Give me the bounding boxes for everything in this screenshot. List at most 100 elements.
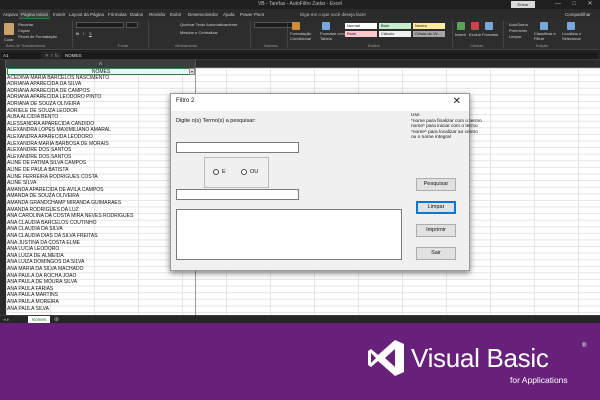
radio-e[interactable] bbox=[213, 169, 219, 175]
clear-button[interactable]: Limpar bbox=[509, 34, 521, 39]
table-row[interactable]: ANA LUIZA DOMINGOS DA SILVA bbox=[7, 259, 195, 266]
table-row[interactable]: ANA PAULA DE MOURA SILVA bbox=[7, 279, 195, 286]
style-calculo[interactable]: Cálculo bbox=[379, 31, 411, 37]
conditional-format-icon[interactable] bbox=[292, 22, 300, 30]
table-row[interactable]: AMANDA RODRIGUES DA LUZ bbox=[7, 207, 195, 214]
find-select-button[interactable]: Localizar e Selecionar bbox=[562, 31, 592, 41]
signin-button[interactable]: Entrar bbox=[511, 1, 535, 8]
tell-me-search[interactable]: Diga-me o que você deseja fazer bbox=[300, 10, 366, 19]
results-listbox[interactable] bbox=[176, 209, 402, 260]
table-row[interactable]: AMANDA APARECIDA DE AVILA CAMPOS bbox=[7, 187, 195, 194]
format-cells-icon[interactable] bbox=[485, 22, 493, 30]
imprimir-button[interactable]: Imprimir bbox=[416, 224, 456, 237]
table-row[interactable]: ALEXANDRE DOS SANTOS bbox=[7, 147, 195, 154]
font-name-box[interactable] bbox=[76, 22, 124, 28]
table-row[interactable]: ALINE DE FATIMA SILVA CAMPOS bbox=[7, 160, 195, 167]
delete-cells-button[interactable]: Excluir bbox=[469, 32, 481, 37]
header-cell-nomes[interactable]: NOMES bbox=[7, 68, 195, 75]
tab-exibir[interactable]: Exibir bbox=[168, 10, 183, 19]
column-header-a[interactable]: A bbox=[6, 60, 196, 68]
term1-input[interactable] bbox=[176, 142, 299, 153]
conditional-format-button[interactable]: Formatação Condicional bbox=[290, 31, 318, 41]
autofilter-icon[interactable]: ▾ bbox=[189, 68, 195, 75]
share-button[interactable]: Compartilhar bbox=[565, 10, 591, 19]
sort-filter-icon[interactable] bbox=[540, 22, 548, 30]
italic-icon[interactable]: I bbox=[83, 31, 84, 36]
table-row[interactable]: ANA PAULA DA ROCHA JOAO bbox=[7, 273, 195, 280]
table-row[interactable]: ALEXANDRA APARECIDA LEODORO bbox=[7, 134, 195, 141]
table-row[interactable]: ANA LUIZA DE ALMEIDA bbox=[7, 253, 195, 260]
table-row[interactable]: ANA CLAUDIA DIAS DA SILVA FREITAS bbox=[7, 233, 195, 240]
wrap-text-button[interactable]: Quebrar Texto Automaticamente bbox=[180, 22, 237, 27]
table-row[interactable]: ALINE SILVA bbox=[7, 180, 195, 187]
table-row[interactable]: ALINE DE PAULA BATISTA bbox=[7, 167, 195, 174]
tab-power-pivot[interactable]: Power Pivot bbox=[238, 10, 266, 19]
copy-button[interactable]: Copiar bbox=[18, 28, 30, 33]
close-window-button[interactable]: ✕ bbox=[582, 0, 598, 9]
table-row[interactable]: ADRIANA APARECIDA DA SILVA bbox=[7, 81, 195, 88]
merge-center-button[interactable]: Mesclar e Centralizar bbox=[180, 30, 218, 35]
style-normal[interactable]: Normal bbox=[345, 23, 377, 29]
tab-formulas[interactable]: Fórmulas bbox=[106, 10, 129, 19]
table-row[interactable]: ANA CLAUDIA DA SILVA bbox=[7, 226, 195, 233]
table-row[interactable]: ANA CLAUDIA BARCELOS COUTINHO bbox=[7, 220, 195, 227]
paste-button[interactable]: Colar bbox=[4, 37, 14, 42]
autosum-button[interactable]: AutoSoma bbox=[509, 22, 528, 27]
term2-input[interactable] bbox=[176, 189, 299, 200]
limpar-button[interactable]: Limpar bbox=[416, 201, 456, 214]
table-row[interactable]: ADRIANA APARECIDA DE CAMPOS bbox=[7, 88, 195, 95]
insert-cells-icon[interactable] bbox=[457, 22, 465, 30]
insert-cells-button[interactable]: Inserir bbox=[455, 32, 466, 37]
cut-button[interactable]: Recortar bbox=[18, 22, 33, 27]
table-row[interactable]: ALEXANDRE DOS SANTOS bbox=[7, 154, 195, 161]
table-row[interactable]: ANA PAULA FARIAS bbox=[7, 286, 195, 293]
table-row[interactable]: ANA JUSTINA DA COSTA ELME bbox=[7, 240, 195, 247]
table-row[interactable]: ANA LUCIA LEODORO bbox=[7, 246, 195, 253]
sort-filter-button[interactable]: Classificar e Filtrar bbox=[534, 31, 562, 41]
style-neutro[interactable]: Neutro bbox=[413, 23, 445, 29]
tab-pagina-inicial[interactable]: Página Inicial bbox=[19, 10, 50, 19]
table-row[interactable]: ADRIELE DE SOUZA LEODOR bbox=[7, 108, 195, 115]
paste-icon[interactable] bbox=[4, 23, 14, 35]
table-row[interactable]: ADRIANA APARECIDA LEODORO PINTO bbox=[7, 94, 195, 101]
table-row[interactable]: ANA PAULA MARTINS bbox=[7, 292, 195, 299]
delete-cells-icon[interactable] bbox=[471, 22, 479, 30]
tab-arquivo[interactable]: Arquivo bbox=[1, 10, 20, 19]
row-headers[interactable] bbox=[0, 68, 6, 315]
tab-inserir[interactable]: Inserir bbox=[51, 10, 68, 19]
radio-ou[interactable] bbox=[241, 169, 247, 175]
table-row[interactable]: ACEDINA MARIA BARCELOS NASCIMENTO bbox=[7, 75, 195, 82]
underline-icon[interactable]: S bbox=[89, 31, 92, 36]
fx-icon[interactable]: ✕ ✓ fx bbox=[45, 52, 59, 59]
tab-layout[interactable]: Layout da Página bbox=[67, 10, 106, 19]
style-bom[interactable]: Bom bbox=[379, 23, 411, 29]
name-box[interactable]: A1 bbox=[1, 52, 41, 59]
tab-ajuda[interactable]: Ajuda bbox=[221, 10, 237, 19]
pesquisar-button[interactable]: Pesquisar bbox=[416, 178, 456, 191]
format-painter-button[interactable]: Pincel de Formatação bbox=[18, 34, 57, 39]
table-row[interactable]: ANA CAROLINA DA COSTA MIRA NEVES RODRIGU… bbox=[7, 213, 195, 220]
table-row[interactable]: ANA PAULA MOREIRA bbox=[7, 299, 195, 306]
table-row[interactable]: ALBA ALCIDIA BENTO bbox=[7, 114, 195, 121]
maximize-button[interactable]: □ bbox=[566, 0, 582, 9]
format-cells-button[interactable]: Formatar bbox=[482, 32, 498, 37]
table-row[interactable]: ALESSANDRA APARECIDA CANDIDO bbox=[7, 121, 195, 128]
table-row[interactable]: ANA MARIA DA SILVA MACHADO bbox=[7, 266, 195, 273]
formula-input[interactable]: NOMES bbox=[62, 52, 598, 59]
fill-button[interactable]: Preencher bbox=[509, 28, 527, 33]
table-row[interactable]: AMANDA DE SOUZA OLIVEIRA bbox=[7, 193, 195, 200]
dialog-close-icon[interactable]: ✕ bbox=[453, 96, 461, 108]
format-table-button[interactable]: Formatar como Tabela bbox=[320, 31, 348, 41]
table-row[interactable]: ADRIANA DE SOUZA OLIVEIRA bbox=[7, 101, 195, 108]
table-row[interactable]: ALEXANDRA LOPES MAXIMILIANO AMARAL bbox=[7, 127, 195, 134]
table-row[interactable]: ALINE FERREIRA RODRIGUES COSTA bbox=[7, 174, 195, 181]
sair-button[interactable]: Sair bbox=[416, 247, 456, 260]
bold-icon[interactable]: N bbox=[76, 31, 79, 36]
table-row[interactable]: ALEXANDRA MARIA BARBOSA DE MORAIS bbox=[7, 141, 195, 148]
style-celula-verificacao[interactable]: Célula de Ve... bbox=[413, 31, 445, 37]
tab-dados[interactable]: Dados bbox=[128, 10, 145, 19]
tab-revisao[interactable]: Revisão bbox=[147, 10, 167, 19]
style-ruim[interactable]: Ruim bbox=[345, 31, 377, 37]
font-size-box[interactable] bbox=[126, 22, 138, 28]
table-row[interactable]: ANA PAULA SILVA bbox=[7, 306, 195, 313]
